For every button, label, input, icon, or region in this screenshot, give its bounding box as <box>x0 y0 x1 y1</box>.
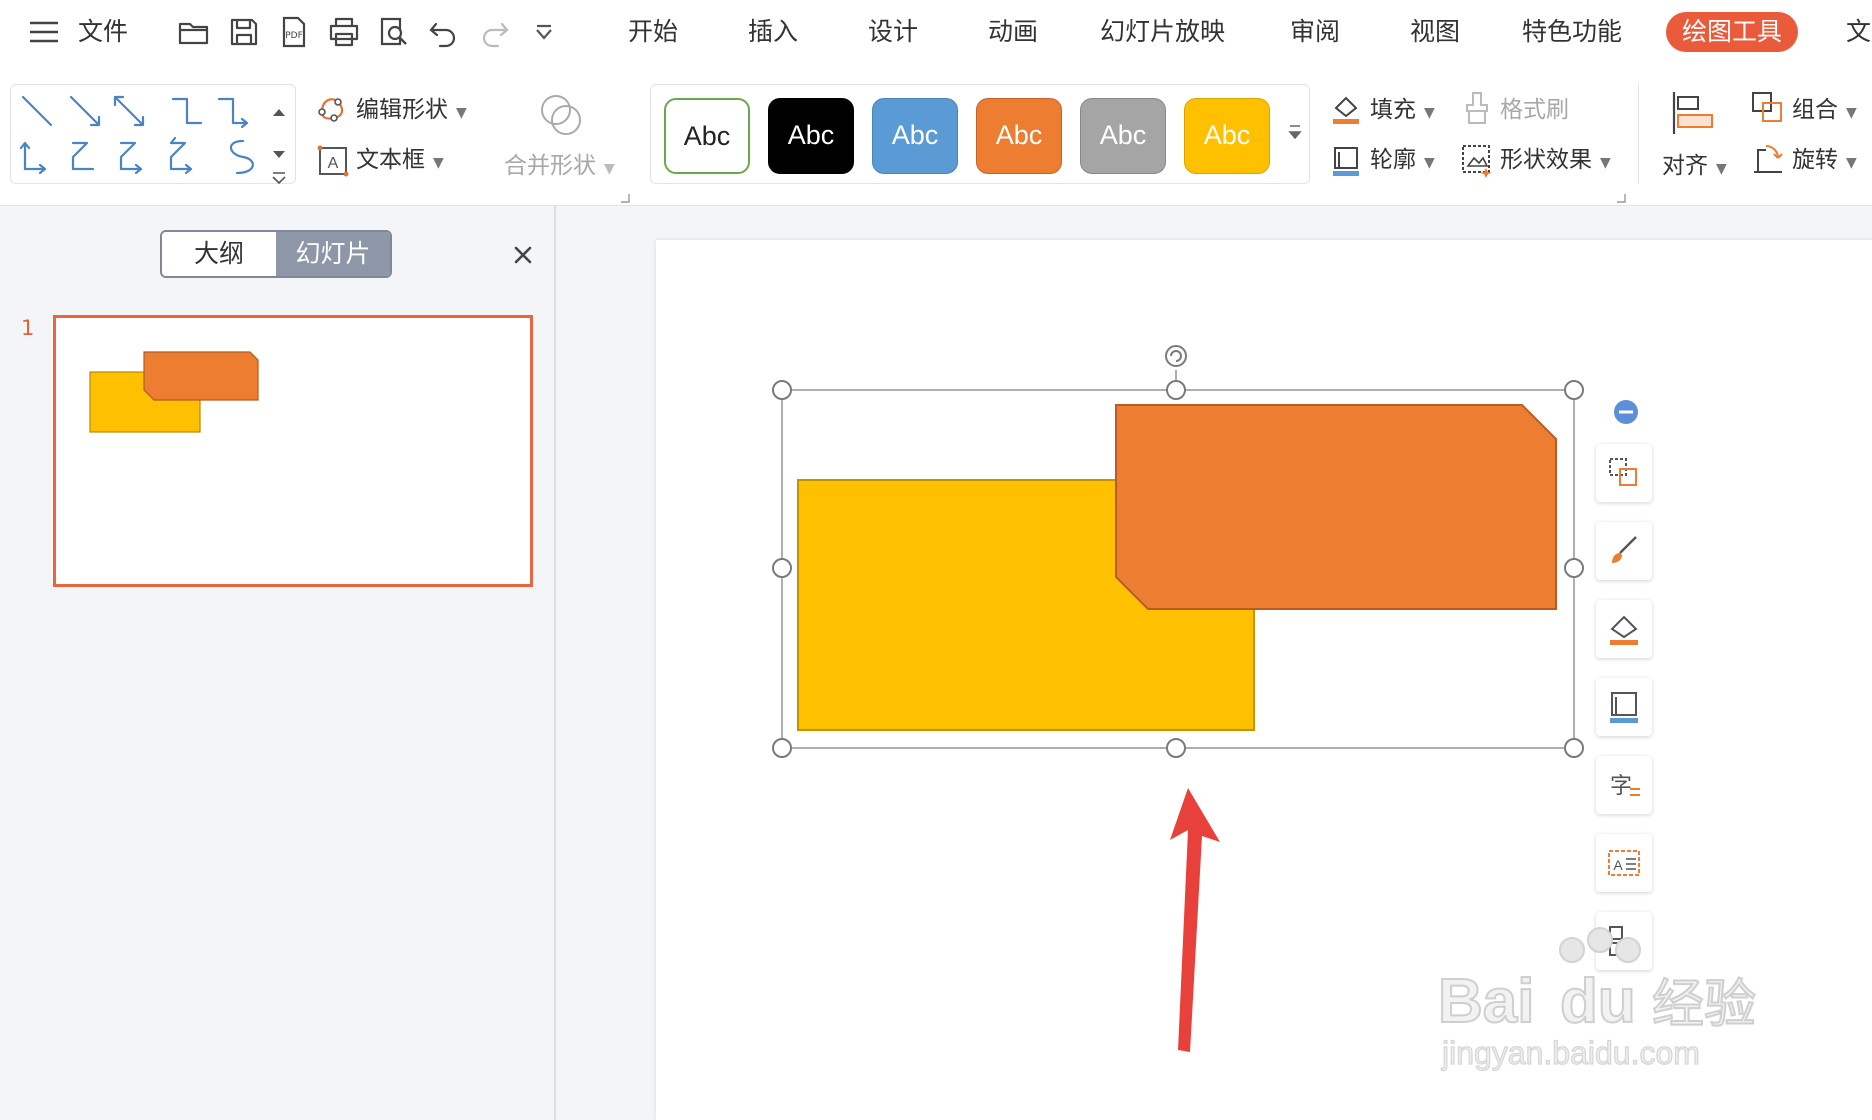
resize-handle-right[interactable] <box>1564 558 1584 578</box>
float-brush-button[interactable] <box>1596 522 1652 580</box>
svg-text:字: 字 <box>1610 774 1632 799</box>
baidu-watermark: Bai du 经验 jingyan.baidu.com <box>1430 924 1790 1074</box>
outline-icon-float <box>1610 692 1638 723</box>
watermark-brand: Bai <box>1438 967 1534 1036</box>
svg-text:经验: 经验 <box>1652 975 1756 1035</box>
resize-handle-bottom[interactable] <box>1166 738 1186 758</box>
resize-handle-top[interactable] <box>1166 380 1186 400</box>
annotation-arrow <box>1170 788 1220 1052</box>
brush-icon <box>1612 536 1637 563</box>
fill-bucket-icon-float <box>1610 615 1638 645</box>
svg-text:A: A <box>1613 857 1623 873</box>
rotate-handle-icon[interactable] <box>1165 345 1187 367</box>
orange-snip-rectangle-shape[interactable] <box>1115 404 1557 610</box>
watermark-url: jingyan.baidu.com <box>1441 1035 1700 1071</box>
float-fill-button[interactable] <box>1596 600 1652 658</box>
baidu-jingyan-logo: Bai du 经验 jingyan.baidu.com <box>1437 927 1757 1072</box>
svg-text:du: du <box>1560 967 1636 1036</box>
float-text-box-button[interactable]: A <box>1596 834 1652 892</box>
float-outline-button[interactable] <box>1596 678 1652 736</box>
resize-handle-bottom-right[interactable] <box>1564 738 1584 758</box>
float-select-object-button[interactable] <box>1596 444 1652 502</box>
resize-handle-left[interactable] <box>772 558 792 578</box>
float-text-button[interactable]: 字 <box>1596 756 1652 814</box>
resize-handle-top-left[interactable] <box>772 380 792 400</box>
text-box-icon-float: A <box>1608 850 1640 876</box>
resize-handle-bottom-left[interactable] <box>772 738 792 758</box>
collapse-toolbar-icon[interactable] <box>1614 400 1638 424</box>
select-object-icon <box>1609 458 1637 486</box>
resize-handle-top-right[interactable] <box>1564 380 1584 400</box>
text-format-icon: 字 <box>1610 774 1640 799</box>
